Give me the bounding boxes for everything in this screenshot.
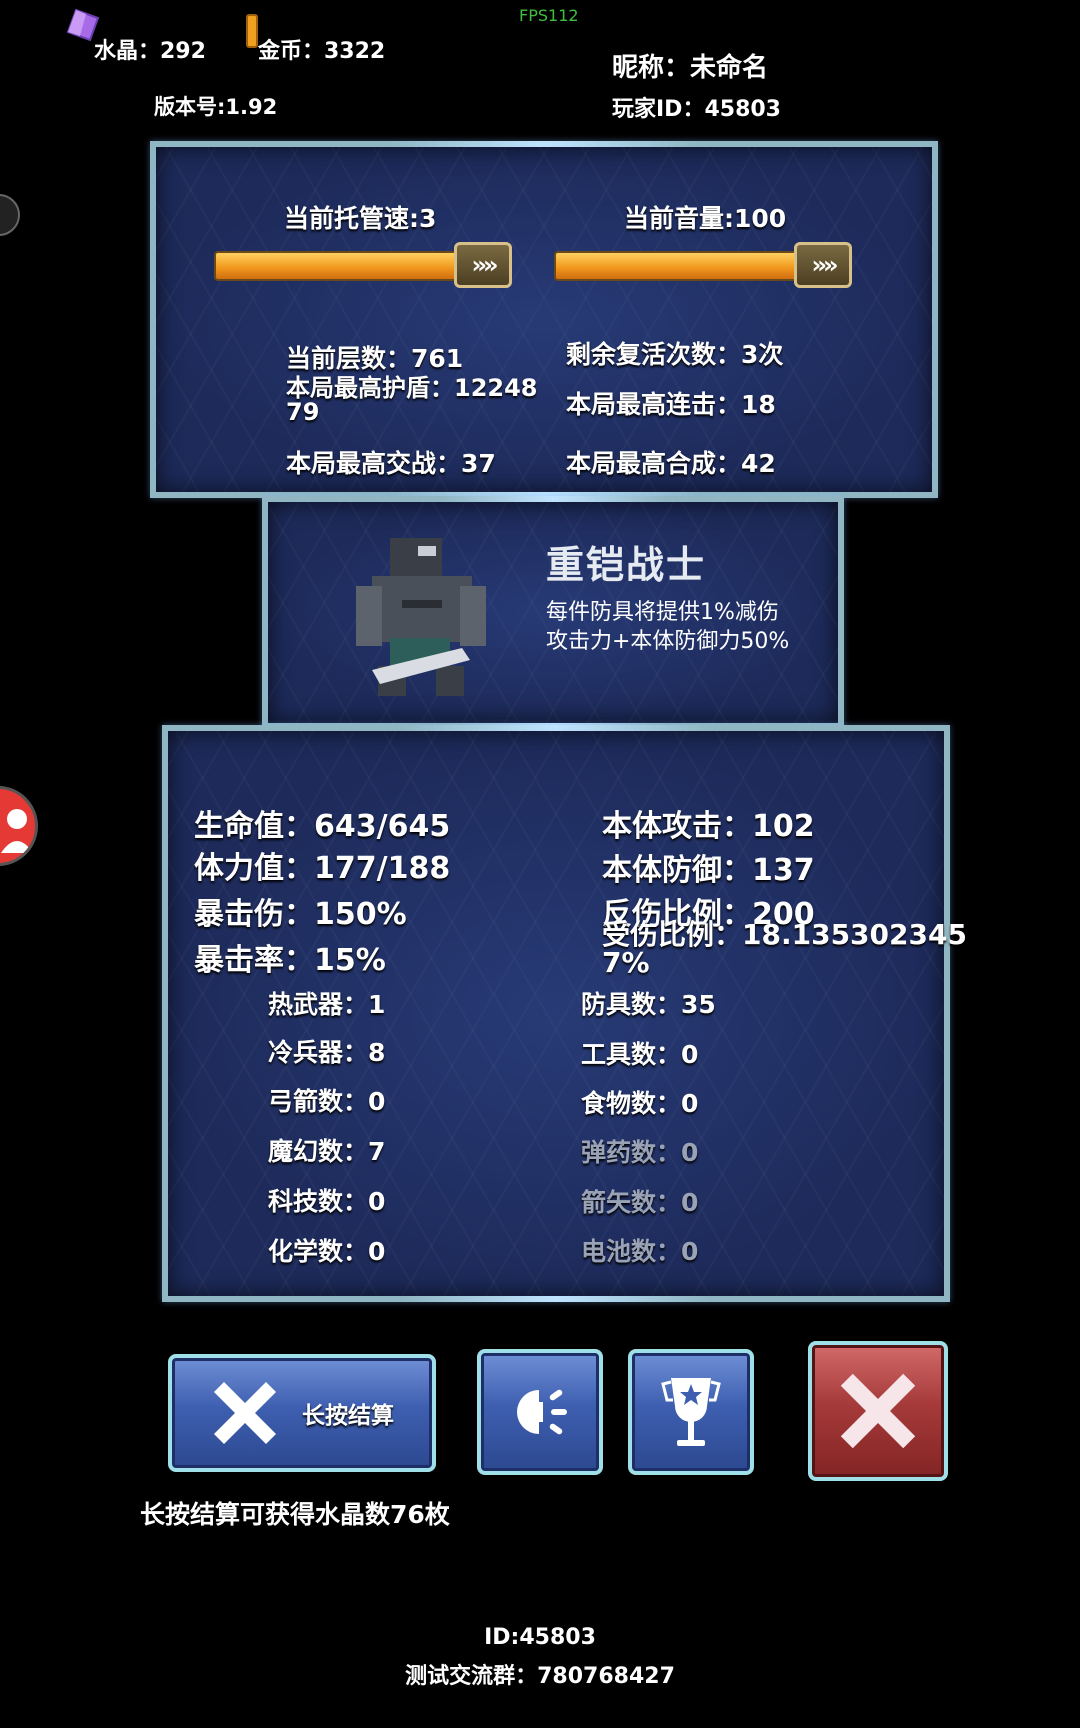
volume-label: 当前音量:100	[624, 204, 787, 233]
crit-dmg-stat: 暴击伤：150%	[194, 897, 407, 932]
hp-stat: 生命值：643/645	[194, 809, 451, 844]
edge-floating-button[interactable]	[0, 194, 20, 236]
hero-desc-2: 攻击力+本体防御力50%	[546, 629, 790, 654]
melee-count: 冷兵器：8	[268, 1038, 386, 1067]
settle-button[interactable]: 长按结算	[168, 1354, 436, 1472]
speed-slider-handle[interactable]: »»	[454, 242, 512, 288]
trophy-icon	[661, 1378, 721, 1446]
crystal-count: 水晶：292	[94, 39, 206, 64]
max-combo-stat: 本局最高连击：18	[566, 390, 776, 419]
crit-rate-stat: 暴击率：15%	[194, 943, 386, 978]
footer-id: ID:45803	[484, 1625, 596, 1650]
tools-count: 工具数：0	[581, 1040, 699, 1069]
dmg-taken-stat: 受伤比例：18.135302345 7%	[602, 918, 967, 979]
fps-counter: FPS112	[519, 6, 579, 25]
hero-portrait	[342, 530, 498, 700]
max-battle-stat: 本局最高交战：37	[286, 449, 496, 478]
hero-desc-1: 每件防具将提供1%减伤	[546, 600, 779, 625]
arrows-count: 箭矢数：0	[581, 1188, 699, 1217]
light-icon	[517, 1389, 567, 1435]
max-merge-stat: 本局最高合成：42	[566, 449, 776, 478]
speed-slider[interactable]: »»	[214, 242, 512, 290]
attributes-panel: 生命值：643/645 体力值：177/188 暴击伤：150% 暴击率：15%…	[162, 725, 967, 1302]
volume-slider-handle[interactable]: »»	[794, 242, 852, 288]
volume-slider-track[interactable]	[554, 251, 804, 281]
firearms-count: 热武器：1	[268, 990, 386, 1019]
volume-slider[interactable]: »»	[554, 242, 852, 290]
hero-name: 重铠战士	[546, 543, 707, 587]
footer-group: 测试交流群：780768427	[405, 1664, 675, 1689]
bows-count: 弓箭数：0	[268, 1087, 386, 1116]
ammo-count: 弹药数：0	[581, 1138, 699, 1167]
settings-panel: 当前托管速:3 当前音量:100 »» »» 当前层数：761 剩余复活次数：3…	[150, 141, 938, 498]
armor-count: 防具数：35	[581, 990, 716, 1019]
chem-count: 化学数：0	[268, 1237, 386, 1266]
food-count: 食物数：0	[581, 1089, 699, 1118]
settle-button-label: 长按结算	[302, 1403, 394, 1429]
base-def-stat: 本体防御：137	[602, 853, 815, 888]
max-shield-stat: 本局最高护盾：12248 79	[286, 374, 538, 426]
revives-stat: 剩余复活次数：3次	[566, 340, 784, 369]
close-button[interactable]	[808, 1341, 948, 1481]
trophy-button[interactable]	[628, 1349, 754, 1475]
player-id-label: 玩家ID：45803	[612, 97, 781, 122]
chevrons-icon: »»	[811, 251, 838, 279]
speed-label: 当前托管速:3	[284, 204, 437, 233]
nickname-label: 昵称：未命名	[612, 53, 769, 83]
close-icon	[840, 1373, 916, 1449]
light-button[interactable]	[477, 1349, 603, 1475]
settle-hint: 长按结算可获得水晶数76枚	[140, 1500, 450, 1529]
stamina-stat: 体力值：177/188	[194, 851, 451, 886]
close-x-icon	[214, 1382, 276, 1444]
avatar-icon[interactable]	[0, 786, 38, 866]
chevrons-icon: »»	[471, 251, 498, 279]
gold-count: 金币：3322	[258, 39, 386, 64]
speed-slider-track[interactable]	[214, 251, 464, 281]
batteries-count: 电池数：0	[581, 1237, 699, 1266]
base-atk-stat: 本体攻击：102	[602, 809, 815, 844]
magic-count: 魔幻数：7	[268, 1137, 386, 1166]
floor-stat: 当前层数：761	[286, 344, 464, 373]
version-label: 版本号:1.92	[154, 95, 278, 119]
tech-count: 科技数：0	[268, 1187, 386, 1216]
hero-panel: 重铠战士 每件防具将提供1%减伤 攻击力+本体防御力50%	[262, 496, 844, 729]
